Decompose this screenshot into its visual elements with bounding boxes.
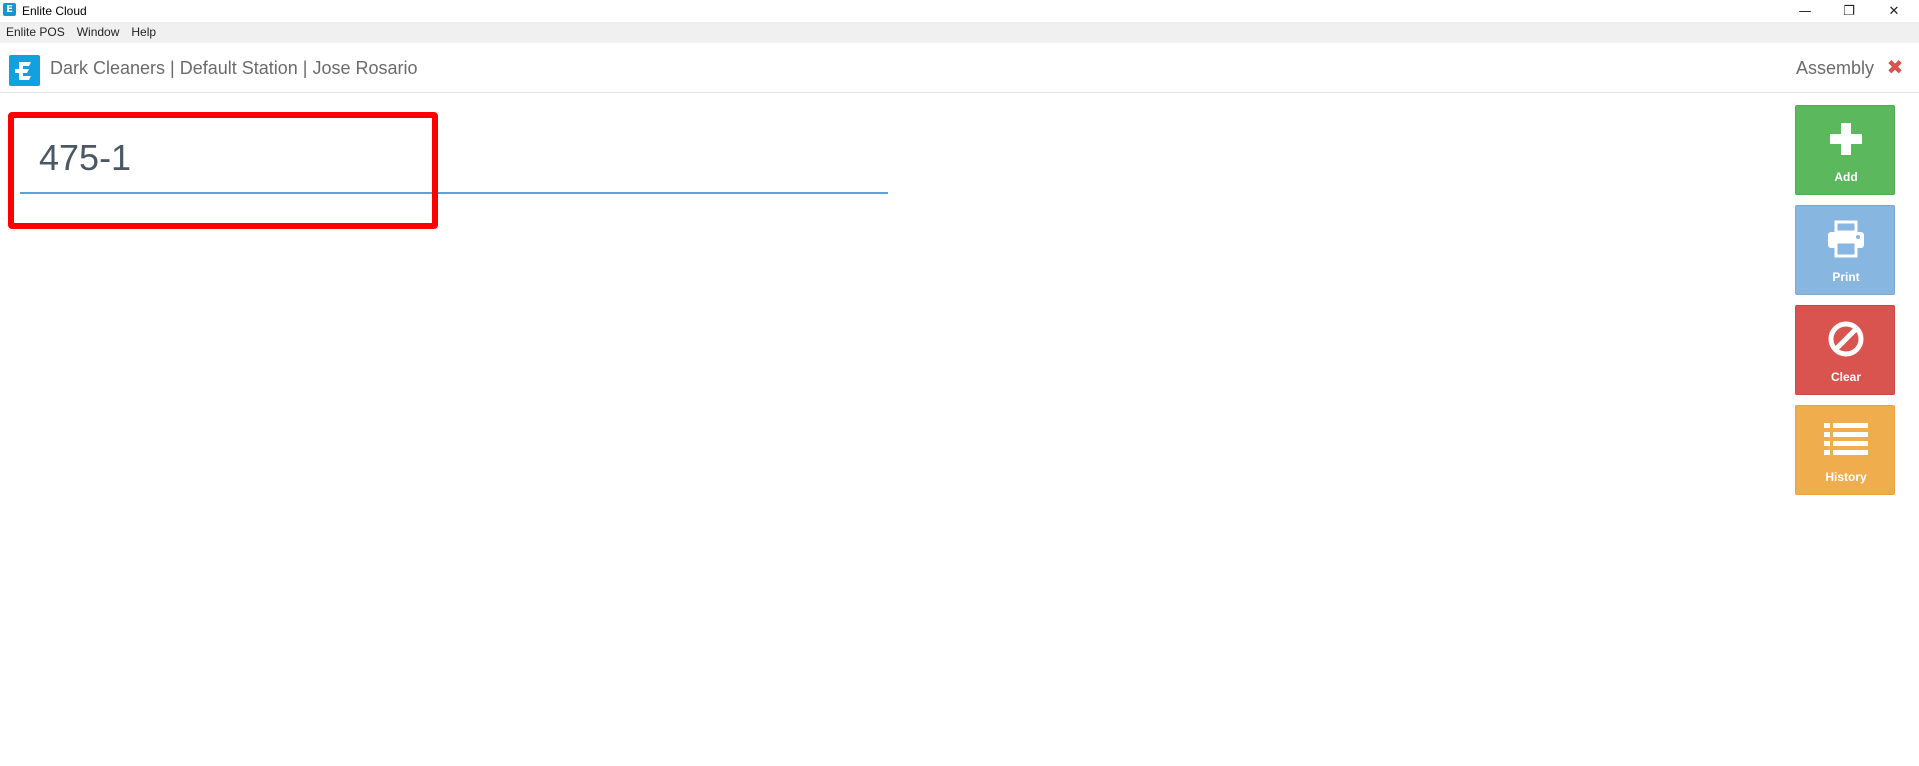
history-button[interactable]: History [1795,405,1895,495]
list-icon [1796,416,1896,462]
add-button[interactable]: Add [1795,105,1895,195]
ban-icon [1796,316,1896,362]
enlite-e-icon: E [3,3,16,16]
print-button-label: Print [1832,270,1860,284]
menu-enlite-pos[interactable]: Enlite POS [0,22,71,43]
menu-window[interactable]: Window [71,22,126,43]
clear-button-label: Clear [1830,370,1862,384]
station-context: Dark Cleaners | Default Station | Jose R… [50,58,418,78]
window-title: Enlite Cloud [22,4,87,18]
ticket-field [20,118,888,194]
add-button-label: Add [1834,170,1858,184]
window-titlebar: E Enlite Cloud — ❐ ✕ [0,0,1919,22]
page-title: Assembly [1795,58,1874,78]
ticket-number-input[interactable] [20,118,888,194]
menubar: Enlite POS Window Help [0,22,1919,43]
app-header: Dark Cleaners | Default Station | Jose R… [0,43,1919,93]
close-x-icon[interactable]: ✖ [1885,55,1905,79]
history-button-label: History [1825,470,1867,484]
plus-icon [1796,116,1896,162]
print-button[interactable]: Print [1795,205,1895,295]
window-close-button[interactable]: ✕ [1871,0,1917,22]
minimize-button[interactable]: — [1782,0,1828,22]
menu-help[interactable]: Help [125,22,162,43]
clear-button[interactable]: Clear [1795,305,1895,395]
enlite-logo-icon [9,55,40,86]
restore-button[interactable]: ❐ [1826,0,1872,22]
printer-icon [1796,216,1896,262]
